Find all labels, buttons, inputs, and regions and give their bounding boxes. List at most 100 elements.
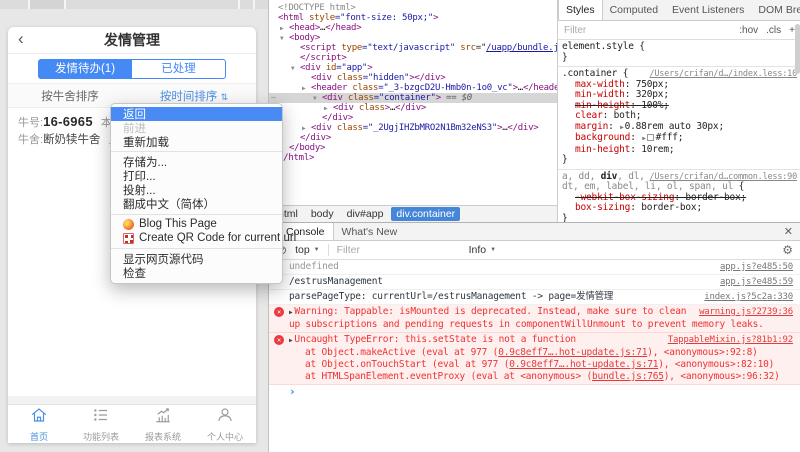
nav-item-list[interactable]: 功能列表 bbox=[70, 405, 132, 443]
property-value: 0.88rem auto 30px bbox=[624, 120, 719, 132]
source-link[interactable]: app.js?e485:59 bbox=[720, 276, 793, 288]
context-selector[interactable]: top bbox=[295, 244, 310, 256]
expand-closed-icon[interactable]: ▶ bbox=[642, 135, 646, 142]
code-token: </body> bbox=[289, 143, 326, 153]
expand-closed-icon[interactable]: ▶ bbox=[289, 309, 293, 316]
scrollbar-thumb[interactable] bbox=[795, 24, 800, 74]
dom-line[interactable]: <div class="hidden"></div> bbox=[269, 73, 557, 83]
expand-closed-icon[interactable]: ▶ bbox=[620, 124, 624, 131]
nav-item-user[interactable]: 个人中心 bbox=[194, 405, 256, 443]
menu-item-normal[interactable]: Blog This Page bbox=[111, 218, 282, 232]
code-token: ="app" bbox=[336, 63, 368, 73]
dom-line[interactable]: ▶ <div class>…</div> bbox=[269, 103, 557, 113]
console-prompt[interactable]: › bbox=[269, 385, 800, 399]
blog-icon bbox=[123, 218, 134, 230]
property-name: box-sizing bbox=[575, 202, 631, 213]
breadcrumb-item[interactable]: body bbox=[306, 207, 339, 221]
dom-line[interactable]: </html> bbox=[269, 153, 557, 163]
menu-item-label: 检查 bbox=[123, 267, 146, 280]
css-property[interactable]: min-height: 10rem; bbox=[562, 143, 797, 156]
color-swatch[interactable] bbox=[646, 134, 654, 141]
source-link[interactable]: /Users/crifan/d…/index.less:10 bbox=[649, 69, 797, 80]
nav-item-chart[interactable]: 报表系统 bbox=[132, 405, 194, 443]
source-link[interactable]: warning.js?2739:36 bbox=[699, 306, 793, 318]
close-icon[interactable]: ✕ bbox=[776, 223, 800, 240]
rule-selector[interactable]: element.style { bbox=[562, 41, 797, 53]
menu-item-normal[interactable]: 重新加载 bbox=[111, 135, 282, 149]
nav-label: 报表系统 bbox=[144, 431, 181, 442]
overflow-menu-icon[interactable]: ⋯ bbox=[271, 93, 276, 103]
back-chevron-icon[interactable]: ‹ bbox=[18, 29, 24, 49]
code-token: ></div> bbox=[409, 73, 446, 83]
code-token: </div> bbox=[322, 113, 354, 123]
code-token: ="_2UgjIHZbMRO2N1Bm32eNS3" bbox=[362, 123, 498, 133]
dom-line[interactable]: </div> bbox=[269, 133, 557, 143]
tab-whats-new[interactable]: What's New bbox=[334, 223, 406, 240]
dom-line[interactable]: </div> bbox=[269, 113, 557, 123]
dom-line[interactable]: ▼ <div id="app"> bbox=[269, 63, 557, 73]
code-token: ), <anonymous>:96:32) bbox=[663, 371, 780, 382]
breadcrumb-item[interactable]: div#app bbox=[342, 207, 389, 221]
property-value: 10rem bbox=[641, 143, 669, 155]
css-rule: /Users/crifan/d…common.less:90 a, dd, div… bbox=[558, 170, 800, 222]
cow-id-value: 16-6965 bbox=[43, 114, 93, 129]
styles-sidebar: Styles Computed Event Listeners DOM Brea… bbox=[558, 0, 800, 222]
code-token: undefined bbox=[289, 261, 339, 272]
console-log-row[interactable]: app.js?e485:50 undefined bbox=[269, 260, 800, 275]
dom-line[interactable]: </body> bbox=[269, 143, 557, 153]
css-property[interactable]: box-sizing: border-box; bbox=[562, 202, 797, 214]
property-value: 100% bbox=[641, 99, 664, 111]
menu-item-normal[interactable]: Create QR Code for current url bbox=[111, 231, 296, 245]
code-token: ="font-size: 50px;" bbox=[334, 13, 434, 23]
property-name: min-width bbox=[575, 89, 625, 100]
dom-line[interactable]: ▶ <head>…</head> bbox=[269, 23, 557, 33]
nav-label: 首页 bbox=[29, 431, 48, 442]
dom-line-selected[interactable]: ⋯ ▼ <div class="container"> == $0 bbox=[269, 93, 557, 103]
toggle-class-button[interactable]: .cls bbox=[766, 25, 781, 36]
console-error-row[interactable]: TappableMixin.js?81b1:92 ✕ ▶ Uncaught TypeE… bbox=[269, 333, 800, 385]
tab-dom-breakpoints[interactable]: DOM Breakpoints bbox=[751, 0, 800, 20]
console-filter-input[interactable]: Filter bbox=[337, 244, 457, 256]
app-header: ‹ 发情管理 bbox=[8, 27, 256, 54]
sort-by-time[interactable]: 按时间排序 ⇅ bbox=[132, 88, 256, 104]
chevron-down-icon: ▼ bbox=[490, 247, 497, 253]
tab-estrus-todo[interactable]: 发情待办(1) bbox=[38, 58, 132, 79]
sort-by-barn[interactable]: 按牛舍排序 bbox=[8, 88, 132, 104]
gear-icon[interactable]: ⚙ bbox=[782, 243, 793, 257]
content-end-strip bbox=[8, 396, 256, 404]
code-token: ="hidden" bbox=[362, 73, 410, 83]
toggle-hover-button[interactable]: :hov bbox=[739, 25, 758, 36]
elements-tree[interactable]: <!DOCTYPE html> <html style="font-size: 5… bbox=[269, 0, 557, 205]
expand-closed-icon[interactable]: ▶ bbox=[289, 337, 293, 344]
menu-item-normal[interactable]: 翻成中文（简体） bbox=[111, 197, 282, 211]
dom-line[interactable]: <!DOCTYPE html> bbox=[269, 3, 557, 13]
menu-separator bbox=[111, 248, 282, 250]
nav-item-home[interactable]: 首页 bbox=[8, 405, 70, 443]
console-log-row[interactable]: index.js?5c2a:330 parsePageType: currentU… bbox=[269, 290, 800, 305]
source-link[interactable]: TappableMixin.js?81b1:92 bbox=[668, 334, 793, 346]
property-name: min-height bbox=[575, 143, 631, 155]
code-token: ), <anonymous>:92:8) bbox=[647, 347, 758, 358]
console-toolbar: ⊘ top ▼ Filter Info ▼ ⚙ bbox=[269, 241, 800, 260]
tab-event-listeners[interactable]: Event Listeners bbox=[665, 0, 751, 20]
dom-line[interactable]: <html style="font-size: 50px;"> bbox=[269, 13, 557, 23]
tab-styles[interactable]: Styles bbox=[558, 0, 603, 20]
console-error-row[interactable]: warning.js?2739:36 ✕ ▶ Warning: Tappable: i… bbox=[269, 305, 800, 333]
dom-line[interactable]: ▶ <div class="_2UgjIHZbMRO2N1Bm32eNS3">…<… bbox=[269, 123, 557, 133]
code-token: ="_3-bzgcD2U-Hmb0n-1o0_vc" bbox=[378, 83, 513, 93]
console-log-row[interactable]: app.js?e485:59/estrusManagement bbox=[269, 275, 800, 290]
nav-label: 功能列表 bbox=[82, 431, 119, 442]
log-level-selector[interactable]: Info bbox=[469, 244, 487, 256]
tab-processed[interactable]: 已处理 bbox=[132, 58, 226, 79]
styles-filter-input[interactable]: Filter bbox=[564, 25, 586, 36]
dom-line[interactable]: <script type="text/javascript" src="/uap… bbox=[269, 43, 557, 53]
styles-filter-bar: Filter :hov .cls + bbox=[558, 21, 800, 40]
breadcrumb-item[interactable]: div.container bbox=[391, 207, 461, 221]
dom-line[interactable]: ▼ <body> bbox=[269, 33, 557, 43]
dom-line[interactable]: ▶ <header class="_3-bzgcD2U-Hmb0n-1o0_vc"… bbox=[269, 83, 557, 93]
source-link[interactable]: index.js?5c2a:330 bbox=[704, 291, 793, 303]
tab-computed[interactable]: Computed bbox=[603, 0, 665, 20]
menu-item-normal[interactable]: 检查 bbox=[111, 266, 282, 280]
source-link[interactable]: app.js?e485:50 bbox=[720, 261, 793, 273]
dom-line[interactable]: </script> bbox=[269, 53, 557, 63]
